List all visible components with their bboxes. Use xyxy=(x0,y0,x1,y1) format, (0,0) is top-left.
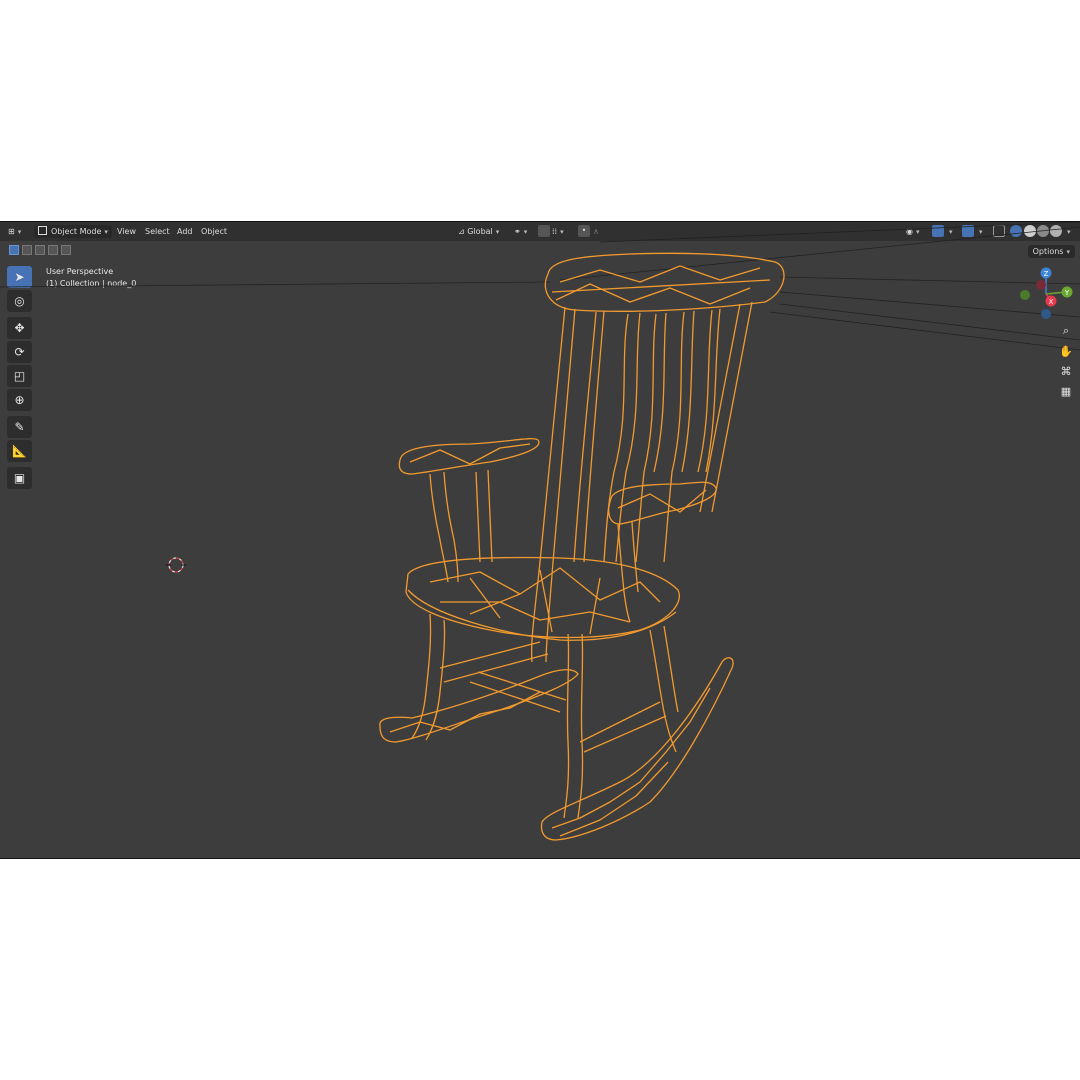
camera-view-button[interactable]: ⌘ xyxy=(1058,364,1074,380)
camera-icon: ⌘ xyxy=(1060,365,1072,378)
gizmo-neg-y[interactable] xyxy=(1020,290,1030,300)
gizmo-z-label: Z xyxy=(1044,270,1049,278)
stray-edges xyxy=(0,222,1080,351)
grid-icon: ▦ xyxy=(1060,385,1072,398)
zoom-button[interactable]: ⌕ xyxy=(1058,323,1074,339)
3d-cursor-icon xyxy=(166,557,186,573)
ortho-toggle-button[interactable]: ▦ xyxy=(1058,384,1074,400)
navigation-gizmo: Z Y X xyxy=(1020,267,1073,319)
rocking-chair-wireframe xyxy=(379,252,785,841)
pan-hand-icon: ✋ xyxy=(1059,345,1073,358)
pan-button[interactable]: ✋ xyxy=(1058,344,1074,360)
gizmo-y-label: Y xyxy=(1064,289,1070,297)
scene-canvas: Z Y X xyxy=(0,222,1080,841)
gizmo-neg-z[interactable] xyxy=(1041,309,1051,319)
3d-viewport[interactable]: ⊞ ▾ Object Mode ▾ View Select Add Object ⊿… xyxy=(0,221,1080,859)
gizmo-neg-x[interactable] xyxy=(1036,280,1046,290)
gizmo-x-label: X xyxy=(1049,298,1054,306)
zoom-icon: ⌕ xyxy=(1062,324,1070,337)
